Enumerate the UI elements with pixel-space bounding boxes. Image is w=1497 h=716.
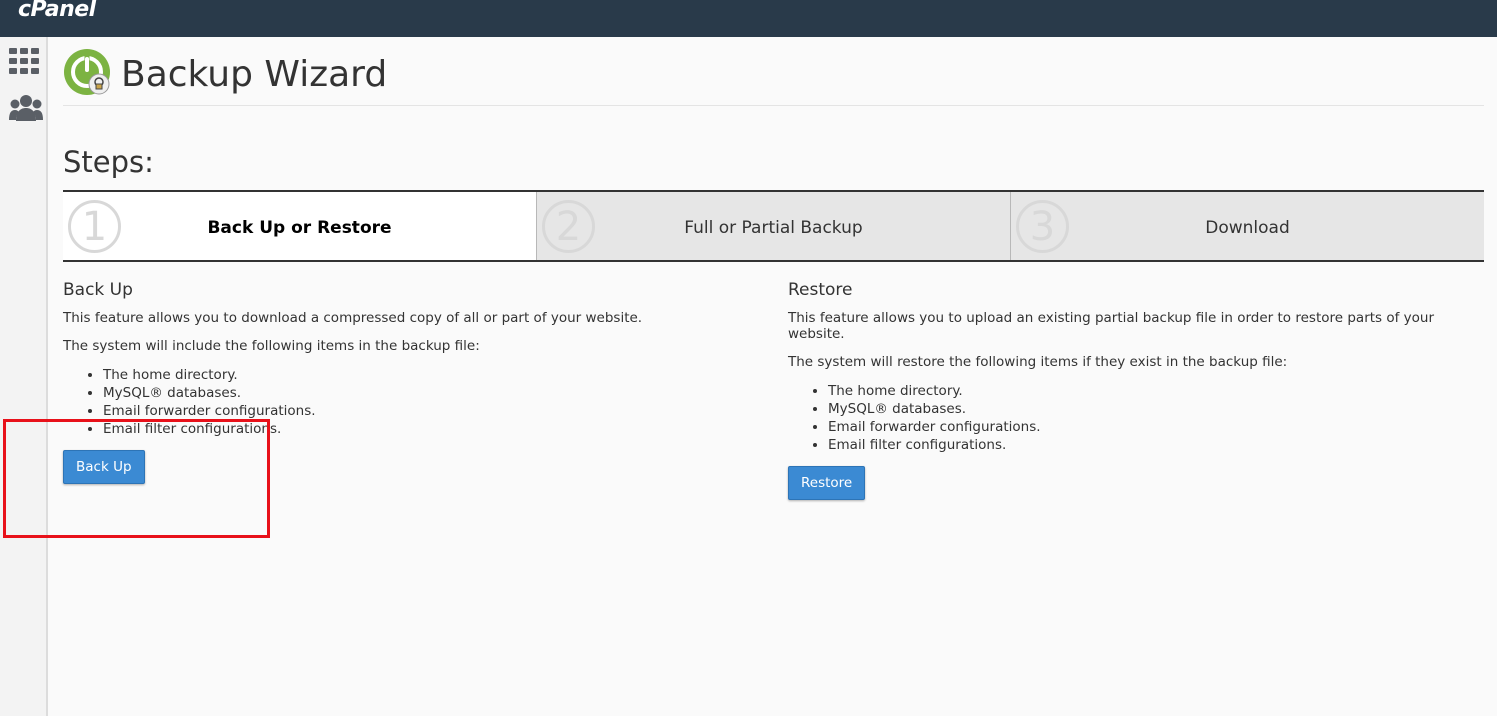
- backup-wizard-icon: [63, 48, 111, 96]
- page-header: Backup Wizard: [63, 48, 1484, 106]
- cpanel-logo[interactable]: cPanel: [18, 0, 96, 22]
- list-item: Email filter configurations.: [828, 436, 1488, 454]
- step-label: Full or Partial Backup: [684, 218, 863, 238]
- restore-items-list: The home directory. MySQL® databases. Em…: [828, 382, 1488, 454]
- list-item: The home directory.: [828, 382, 1488, 400]
- step-label: Download: [1205, 218, 1290, 238]
- step-label: Back Up or Restore: [207, 218, 392, 238]
- wizard-steps: 1 Back Up or Restore 2 Full or Partial B…: [63, 190, 1484, 262]
- highlight-annotation-box: [3, 419, 270, 538]
- restore-button[interactable]: Restore: [788, 466, 866, 500]
- list-item: Email forwarder configurations.: [828, 418, 1488, 436]
- top-bar: cPanel: [0, 0, 1497, 37]
- backup-description: This feature allows you to download a co…: [63, 310, 643, 326]
- backup-title: Back Up: [63, 280, 133, 300]
- list-item: MySQL® databases.: [828, 400, 1488, 418]
- list-item: Email forwarder configurations.: [103, 402, 763, 420]
- backup-intro: The system will include the following it…: [63, 338, 480, 354]
- list-item: MySQL® databases.: [103, 384, 763, 402]
- list-item: The home directory.: [103, 366, 763, 384]
- restore-intro: The system will restore the following it…: [788, 354, 1288, 370]
- restore-title: Restore: [788, 280, 853, 300]
- grid-icon[interactable]: [9, 48, 39, 78]
- restore-description: This feature allows you to upload an exi…: [788, 310, 1435, 342]
- page-title: Backup Wizard: [121, 54, 388, 95]
- step-back-up-or-restore[interactable]: 1 Back Up or Restore: [63, 192, 536, 260]
- users-icon[interactable]: [9, 94, 43, 126]
- sidebar: [0, 37, 48, 716]
- step-download[interactable]: 3 Download: [1010, 192, 1484, 260]
- steps-heading: Steps:: [63, 145, 154, 179]
- step-full-or-partial-backup[interactable]: 2 Full or Partial Backup: [536, 192, 1010, 260]
- restore-section: Restore This feature allows you to uploa…: [788, 280, 1488, 500]
